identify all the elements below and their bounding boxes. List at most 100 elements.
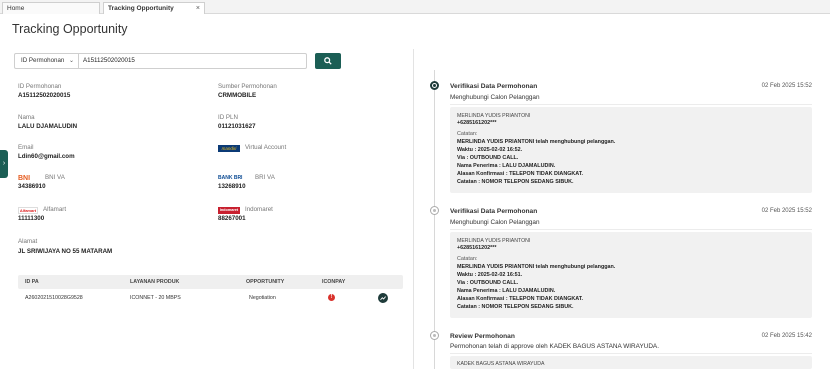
col-layanan-produk: LAYANAN PRODUK bbox=[130, 279, 180, 285]
bni-logo: BNI bbox=[18, 174, 31, 182]
table-header: ID PA LAYANAN PRODUK OPPORTUNITY ICONPAY bbox=[18, 275, 403, 289]
field-value: CRMMOBILE bbox=[218, 92, 257, 99]
col-iconpay: ICONPAY bbox=[322, 279, 346, 285]
field-sumber-permohonan: Sumber Permohonan CRMMOBILE bbox=[218, 83, 277, 100]
timeline-subtitle: Menghubungi Calon Pelanggan bbox=[450, 94, 540, 101]
timeline-subtitle: Permohonan telah di approve oleh KADEK B… bbox=[450, 343, 659, 350]
field-label: ID PLN bbox=[218, 114, 238, 121]
search-input[interactable]: A15112502020015 bbox=[83, 54, 303, 68]
field-value: A15112502020015 bbox=[18, 92, 71, 99]
field-nama: Nama LALU DJAMALUDIN bbox=[18, 114, 77, 131]
search-icon bbox=[324, 57, 332, 65]
timeline-line bbox=[434, 70, 435, 369]
tab-bar: Home Tracking Opportunity × bbox=[0, 0, 830, 14]
timeline-title: Review Permohonan bbox=[450, 333, 515, 340]
field-email: Email Ldin60@gmail.com bbox=[18, 144, 75, 161]
tab-tracking-opportunity[interactable]: Tracking Opportunity × bbox=[103, 2, 205, 14]
agent-phone: +6285161202*** bbox=[457, 245, 497, 251]
field-label: Virtual Account bbox=[245, 144, 287, 151]
field-alfamart: Alfamart Alfamart 11111300 bbox=[18, 206, 66, 223]
field-indomaret: Indomaret Indomaret 88267001 bbox=[218, 206, 273, 223]
note-line: Alasan Konfirmasi : TELEPON TIDAK DIANGK… bbox=[457, 171, 583, 177]
search-bar: ID Permohonan ⌄ A15112502020015 bbox=[14, 53, 307, 69]
field-label: Indomaret bbox=[245, 206, 273, 213]
agent-name: MERLINDA YUDIS PRIANTONI bbox=[457, 238, 531, 244]
timeline-separator bbox=[450, 353, 812, 354]
field-label: ID Permohonan bbox=[18, 83, 62, 90]
col-id-pa: ID PA bbox=[25, 279, 39, 285]
cell-id-pa: A2602021510028G9528 bbox=[25, 295, 83, 301]
field-label: Alfamart bbox=[43, 206, 67, 213]
iconpay-alert-icon: ! bbox=[328, 294, 335, 301]
note-line: Nama Penerima : LALU DJAMALUDIN. bbox=[457, 163, 556, 169]
chevron-right-icon: › bbox=[2, 160, 6, 167]
mandiri-logo: mandiri bbox=[218, 144, 240, 152]
timeline-note-card: MERLINDA YUDIS PRIANTONI +6285161202*** … bbox=[450, 232, 812, 318]
field-value: JL SRIWIJAYA NO 55 MATARAM bbox=[18, 248, 113, 255]
timeline-date: 02 Feb 2025 15:52 bbox=[761, 83, 812, 89]
timeline-note-card: KADEK BAGUS ASTANA WIRAYUDA bbox=[450, 356, 812, 369]
search-type-select[interactable]: ID Permohonan ⌄ bbox=[15, 54, 79, 68]
timeline-date: 02 Feb 2025 15:42 bbox=[761, 333, 812, 339]
tab-home[interactable]: Home bbox=[2, 2, 100, 14]
note-line: Catatan : NOMOR TELEPON SEDANG SIBUK. bbox=[457, 179, 574, 185]
field-label: Nama bbox=[18, 114, 35, 121]
col-opportunity: OPPORTUNITY bbox=[246, 279, 285, 285]
opportunity-table: ID PA LAYANAN PRODUK OPPORTUNITY ICONPAY… bbox=[18, 275, 403, 307]
page-title: Tracking Opportunity bbox=[12, 22, 128, 36]
alfamart-logo: Alfamart bbox=[18, 206, 38, 214]
field-value: LALU DJAMALUDIN bbox=[18, 123, 78, 130]
sidebar-toggle-button[interactable]: › bbox=[0, 150, 8, 178]
agent-name: MERLINDA YUDIS PRIANTONI bbox=[457, 113, 531, 119]
trend-up-button[interactable] bbox=[378, 293, 388, 303]
field-label: Sumber Permohonan bbox=[218, 83, 277, 90]
field-value: 01121031627 bbox=[218, 123, 256, 130]
field-label: Alamat bbox=[18, 238, 38, 245]
timeline-node bbox=[430, 206, 439, 215]
timeline-subtitle: Menghubungi Calon Pelanggan bbox=[450, 219, 540, 226]
catatan-label: Catatan: bbox=[457, 131, 478, 137]
table-row[interactable]: A2602021510028G9528 ICONNET - 20 MBPS Ne… bbox=[18, 289, 403, 307]
tab-tracking-label: Tracking Opportunity bbox=[108, 5, 174, 12]
trend-up-icon bbox=[380, 296, 386, 301]
field-label: BNI VA bbox=[45, 174, 65, 181]
note-line: Alasan Konfirmasi : TELEPON TIDAK DIANGK… bbox=[457, 296, 583, 302]
timeline-node-active bbox=[430, 81, 439, 90]
chevron-down-icon: ⌄ bbox=[68, 58, 74, 64]
field-label: Email bbox=[18, 144, 34, 151]
note-line: Waktu : 2025-02-02 16:52. bbox=[457, 147, 523, 153]
timeline-separator bbox=[450, 104, 812, 105]
timeline-title: Verifikasi Data Permohonan bbox=[450, 83, 538, 90]
tab-home-label: Home bbox=[7, 5, 25, 12]
field-alamat: Alamat JL SRIWIJAYA NO 55 MATARAM bbox=[18, 238, 112, 256]
cell-opportunity: Negotiation bbox=[249, 295, 276, 301]
note-line: MERLINDA YUDIS PRIANTONI telah menghubun… bbox=[457, 264, 616, 270]
timeline-separator bbox=[450, 229, 812, 230]
agent-name: KADEK BAGUS ASTANA WIRAYUDA bbox=[457, 361, 545, 367]
field-value: 13268910 bbox=[218, 183, 246, 190]
timeline-node bbox=[430, 331, 439, 340]
note-line: MERLINDA YUDIS PRIANTONI telah menghubun… bbox=[457, 139, 616, 145]
note-line: Via : OUTBOUND CALL. bbox=[457, 155, 519, 161]
field-bri-va: BANK BRI BRI VA 13268910 bbox=[218, 174, 275, 191]
panel-divider bbox=[413, 49, 414, 369]
field-value: 11111300 bbox=[18, 215, 45, 222]
bri-logo: BANK BRI bbox=[218, 174, 243, 181]
timeline-title: Verifikasi Data Permohonan bbox=[450, 208, 538, 215]
agent-phone: +6285161202*** bbox=[457, 120, 497, 126]
timeline-note-card: MERLINDA YUDIS PRIANTONI +6285161202*** … bbox=[450, 107, 812, 193]
note-line: Catatan : NOMOR TELEPON SEDANG SIBUK. bbox=[457, 304, 574, 310]
note-line: Nama Penerima : LALU DJAMALUDIN. bbox=[457, 288, 556, 294]
field-value: 88267001 bbox=[218, 215, 246, 222]
indomaret-logo: Indomaret bbox=[218, 206, 240, 214]
field-id-permohonan: ID Permohonan A15112502020015 bbox=[18, 83, 70, 100]
search-button[interactable] bbox=[315, 53, 341, 69]
field-bni-va: BNI BNI VA 34386910 bbox=[18, 174, 65, 191]
field-value: 34386910 bbox=[18, 183, 46, 190]
catatan-label: Catatan: bbox=[457, 256, 478, 262]
field-label: BRI VA bbox=[255, 174, 275, 181]
field-virtual-account: mandiri Virtual Account bbox=[218, 144, 286, 152]
close-icon[interactable]: × bbox=[196, 3, 200, 14]
search-type-label: ID Permohonan bbox=[21, 57, 65, 64]
note-line: Via : OUTBOUND CALL. bbox=[457, 280, 519, 286]
